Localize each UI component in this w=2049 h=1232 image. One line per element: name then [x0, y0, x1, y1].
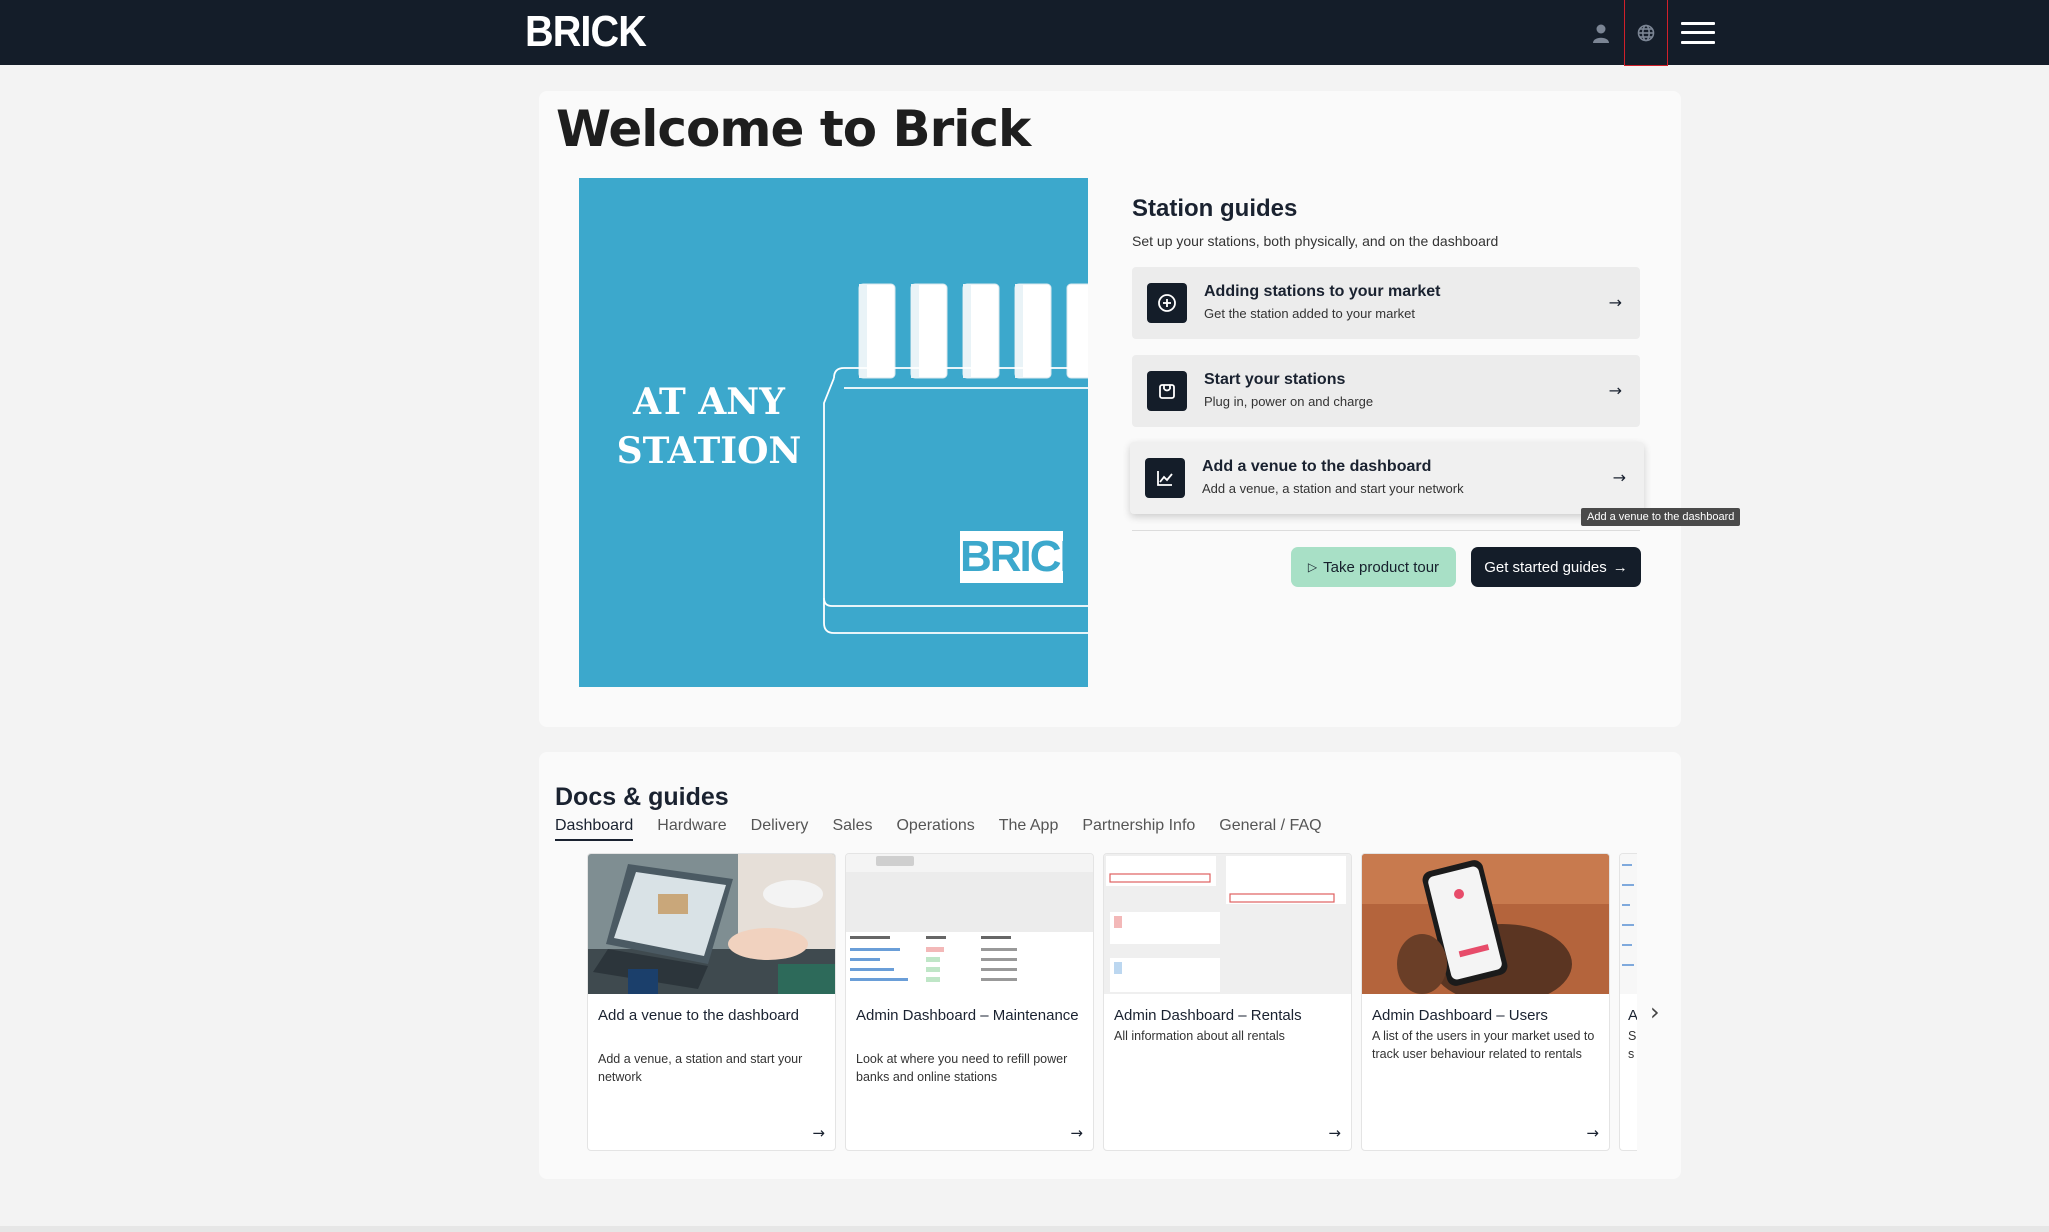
doc-card-title: A: [1628, 1004, 1637, 1027]
guide-title: Add a venue to the dashboard: [1202, 458, 1432, 475]
doc-card-title: Add a venue to the dashboard: [598, 1007, 799, 1024]
guide-adding-stations[interactable]: Adding stations to your market Get the s…: [1132, 267, 1640, 339]
doc-card-subtitle: S s: [1628, 1029, 1637, 1061]
plus-circle-icon: [1147, 283, 1187, 323]
doc-card-title: Admin Dashboard – Users: [1372, 1007, 1548, 1024]
hero-slogan: AT ANY STATION: [599, 378, 819, 476]
hero-slogan-line1: AT ANY: [633, 381, 785, 423]
tab-delivery[interactable]: Delivery: [751, 817, 809, 841]
arrow-right-icon: →: [1608, 381, 1622, 400]
hero-brand-badge: BRICK: [960, 531, 1088, 583]
arrow-right-icon: →: [1070, 1124, 1083, 1142]
carousel-next-chevron-icon[interactable]: ›: [1650, 998, 1660, 1026]
tab-hardware[interactable]: Hardware: [657, 817, 726, 841]
play-icon: ▷: [1307, 560, 1318, 574]
doc-thumbnail: [846, 854, 1093, 994]
doc-card-rentals[interactable]: Admin Dashboard – Rentals All informatio…: [1103, 853, 1352, 1151]
doc-thumbnail: [1620, 854, 1637, 994]
get-started-guides-label: Get started guides: [1484, 558, 1607, 576]
get-started-guides-button[interactable]: Get started guides →: [1471, 547, 1641, 587]
hero-slogan-line2: STATION: [616, 430, 802, 472]
top-navigation-bar: BRICK: [0, 0, 2049, 66]
doc-thumbnail: [1104, 854, 1351, 994]
doc-thumbnail: [588, 854, 835, 994]
arrow-right-icon: →: [812, 1124, 825, 1142]
globe-icon[interactable]: [1624, 0, 1668, 66]
doc-thumbnail: [1362, 854, 1609, 994]
guide-title: Start your stations: [1204, 371, 1346, 388]
take-product-tour-label: Take product tour: [1323, 558, 1440, 576]
guide-start-stations[interactable]: Start your stations Plug in, power on an…: [1132, 355, 1640, 427]
divider: [1132, 530, 1640, 531]
tab-general-faq[interactable]: General / FAQ: [1219, 817, 1321, 841]
tab-the-app[interactable]: The App: [999, 817, 1059, 841]
doc-card-partial[interactable]: A S s: [1619, 853, 1637, 1151]
guide-subtitle: Add a venue, a station and start your ne…: [1202, 481, 1464, 496]
doc-card-subtitle: A list of the users in your market used …: [1372, 1029, 1595, 1061]
guide-subtitle: Get the station added to your market: [1204, 306, 1416, 321]
station-guides-subtitle: Set up your stations, both physically, a…: [1132, 233, 1499, 249]
station-guides-title: Station guides: [1132, 195, 1298, 222]
page-title: Welcome to Brick: [556, 100, 1031, 158]
guide-subtitle: Plug in, power on and charge: [1204, 394, 1374, 409]
take-product-tour-button[interactable]: ▷ Take product tour: [1291, 547, 1456, 587]
doc-card-subtitle: All information about all rentals: [1114, 1029, 1285, 1043]
docs-title: Docs & guides: [555, 783, 729, 811]
doc-card-subtitle: Look at where you need to refill power b…: [856, 1052, 1068, 1084]
doc-card-add-venue[interactable]: Add a venue to the dashboard Add a venue…: [587, 853, 836, 1151]
tab-partnership-info[interactable]: Partnership Info: [1082, 817, 1195, 841]
brick-logo[interactable]: BRICK: [525, 6, 647, 58]
arrow-right-icon: →: [1586, 1124, 1599, 1142]
tab-sales[interactable]: Sales: [832, 817, 872, 841]
arrow-right-icon: →: [1612, 558, 1628, 576]
hamburger-menu-icon[interactable]: [1678, 0, 1718, 65]
arrow-right-icon: →: [1612, 468, 1626, 487]
guide-title: Adding stations to your market: [1204, 283, 1441, 300]
doc-card-users[interactable]: Admin Dashboard – Users A list of the us…: [1361, 853, 1610, 1151]
chart-line-icon: [1145, 458, 1185, 498]
user-icon[interactable]: [1586, 0, 1616, 65]
arrow-right-icon: →: [1328, 1124, 1341, 1142]
doc-card-subtitle: Add a venue, a station and start your ne…: [598, 1052, 803, 1084]
power-bank-icon: [1147, 371, 1187, 411]
arrow-right-icon: →: [1608, 293, 1622, 312]
docs-tabs: Dashboard Hardware Delivery Sales Operat…: [555, 817, 1346, 841]
page-footer-edge: [0, 1226, 2049, 1232]
doc-card-title: Admin Dashboard – Rentals: [1114, 1007, 1302, 1024]
doc-card-maintenance[interactable]: Admin Dashboard – Maintenance Look at wh…: [845, 853, 1094, 1151]
tab-dashboard[interactable]: Dashboard: [555, 817, 634, 841]
guide-add-venue[interactable]: Add a venue to the dashboard Add a venue…: [1130, 442, 1644, 514]
doc-card-title: Admin Dashboard – Maintenance: [856, 1007, 1079, 1024]
hero-image: AT ANY STATION BRICK: [579, 178, 1088, 687]
tab-operations[interactable]: Operations: [896, 817, 974, 841]
tooltip: Add a venue to the dashboard: [1581, 508, 1741, 526]
